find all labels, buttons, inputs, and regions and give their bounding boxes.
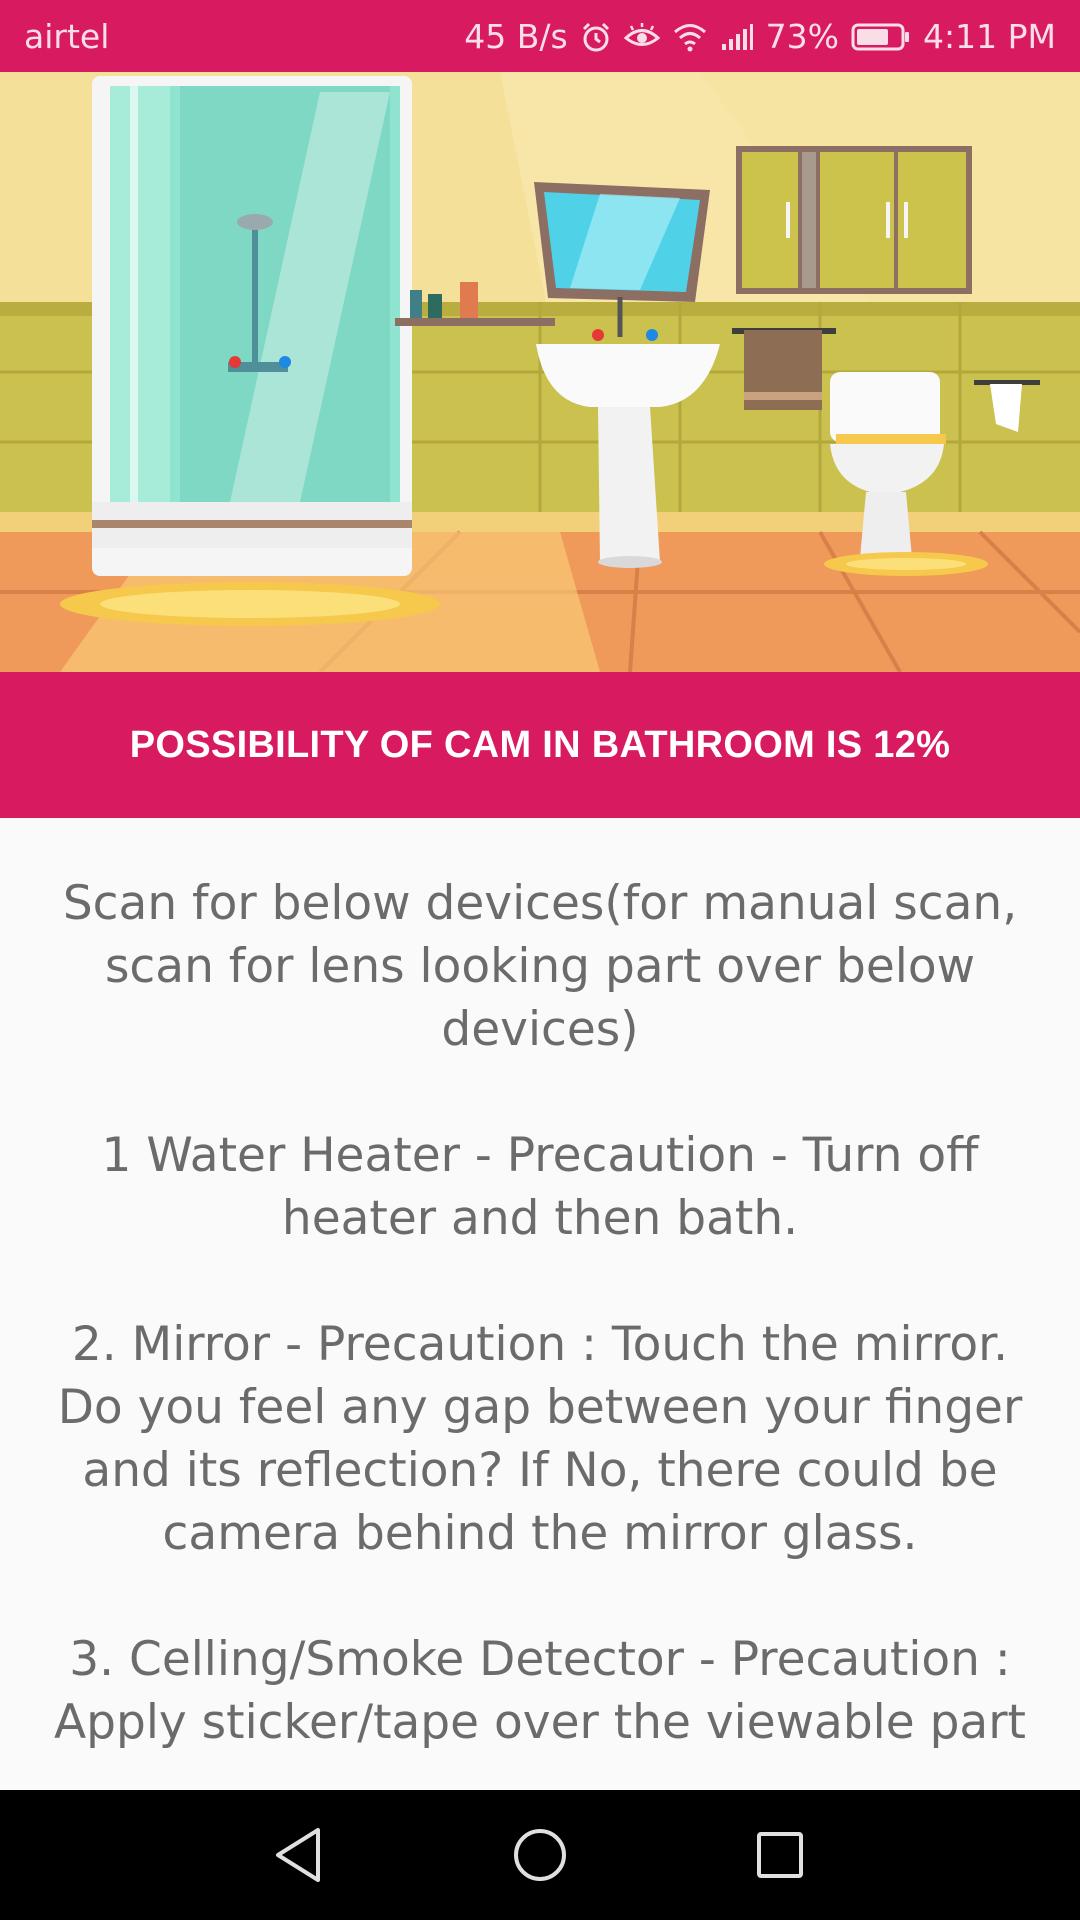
bathroom-illustration <box>0 72 1080 672</box>
signal-icon <box>721 23 753 50</box>
instruction-paragraph: Scan for below devices(for manual scan, … <box>62 876 1018 1057</box>
home-icon[interactable] <box>507 1822 573 1888</box>
battery-icon <box>851 23 910 50</box>
instruction-paragraph: 2. Mirror - Precaution : Touch the mirro… <box>57 1317 1023 1561</box>
scan-instructions: Scan for below devices(for manual scan, … <box>0 818 1080 1790</box>
network-speed: 45 B/s <box>464 17 568 56</box>
navigation-bar <box>0 1790 1080 1920</box>
clock: 4:11 PM <box>923 17 1056 56</box>
carrier-name: airtel <box>24 17 110 56</box>
instruction-paragraph: 1 Water Heater - Precaution - Turn off h… <box>101 1128 979 1246</box>
battery-percent: 73% <box>765 17 840 56</box>
recents-icon[interactable] <box>747 1822 813 1888</box>
wifi-icon <box>673 23 706 51</box>
alarm-icon <box>582 22 609 51</box>
back-icon[interactable] <box>266 1822 332 1888</box>
eye-icon <box>623 22 660 46</box>
status-icons: 45 B/s 73% 4:11 PM <box>464 17 1056 56</box>
cam-possibility-banner: POSSIBILITY OF CAM IN BATHROOM IS 12% <box>0 672 1080 818</box>
instruction-paragraph: 3. Celling/Smoke Detector - Precaution :… <box>54 1632 1026 1750</box>
status-bar: airtel 45 B/s 73% 4:11 PM <box>0 0 1080 72</box>
